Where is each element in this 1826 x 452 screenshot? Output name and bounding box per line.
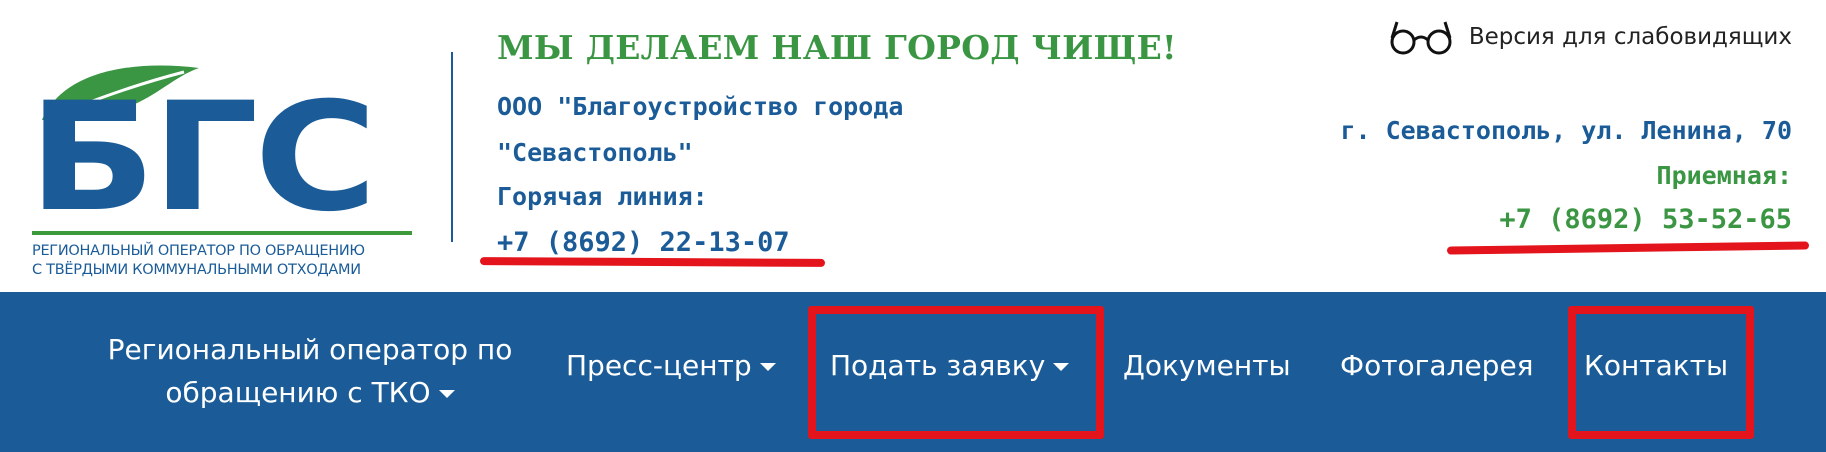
- reception-red-underline: [1446, 241, 1810, 255]
- company-name-line2: "Севастополь": [497, 138, 693, 167]
- nav-photo-gallery[interactable]: Фотогалерея: [1340, 349, 1534, 382]
- caret-down-icon: [759, 363, 776, 371]
- hotline-label: Горячая линия:: [497, 182, 708, 211]
- main-navigation: Региональный оператор по обращению с ТКО…: [0, 292, 1826, 452]
- highlight-box-request: [808, 306, 1104, 439]
- slogan: МЫ ДЕЛАЕМ НАШ ГОРОД ЧИЩЕ!: [497, 28, 1177, 67]
- header-vertical-divider: [451, 52, 453, 242]
- address: г. Севастополь, ул. Ленина, 70: [1340, 116, 1792, 145]
- highlight-box-contacts: [1568, 306, 1754, 439]
- reception-phone-link[interactable]: +7 (8692) 53-52-65: [1499, 204, 1792, 235]
- company-name-line1: ООО "Благоустройство города: [497, 92, 904, 121]
- accessibility-version-link[interactable]: Версия для слабовидящих: [1387, 18, 1792, 56]
- accessibility-label: Версия для слабовидящих: [1468, 24, 1792, 50]
- nav-regional-line1: Региональный оператор по: [107, 333, 513, 366]
- hotline-red-underline: [479, 257, 826, 267]
- logo-caption-line2: с твёрдыми коммунальными отходами: [32, 262, 361, 278]
- logo-caption: Региональный оператор по обращению с твё…: [32, 242, 422, 280]
- logo-letters: БГС: [28, 71, 377, 245]
- caret-down-icon: [438, 390, 455, 398]
- reception-label: Приемная:: [1656, 161, 1792, 190]
- logo-caption-line1: Региональный оператор по обращению: [32, 243, 365, 259]
- nav-regional-line2: обращению с ТКО: [165, 376, 431, 409]
- hotline-phone-link[interactable]: +7 (8692) 22-13-07: [497, 227, 790, 258]
- nav-documents[interactable]: Документы: [1123, 349, 1291, 382]
- nav-press-center[interactable]: Пресс-центр: [566, 349, 776, 382]
- logo-divider: [32, 231, 412, 235]
- site-logo[interactable]: БГС Региональный оператор по обращению с…: [14, 28, 412, 278]
- nav-press-label: Пресс-центр: [566, 349, 752, 382]
- glasses-icon: [1390, 21, 1452, 55]
- nav-regional-operator[interactable]: Региональный оператор по обращению с ТКО: [90, 328, 530, 414]
